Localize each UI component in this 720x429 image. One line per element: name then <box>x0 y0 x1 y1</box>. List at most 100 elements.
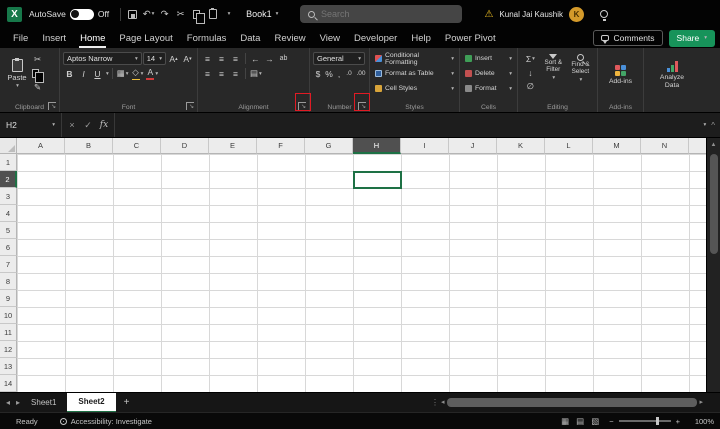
wrap-text-button[interactable]: ab <box>277 52 290 65</box>
user-name[interactable]: Kunal Jai Kaushik <box>499 10 563 19</box>
row-header-14[interactable]: 14 <box>0 375 17 392</box>
column-header-f[interactable]: F <box>257 138 305 154</box>
selected-cell-h2[interactable] <box>353 171 402 189</box>
row-header-5[interactable]: 5 <box>0 222 17 239</box>
cell-styles-button[interactable]: Cell Styles ▾ <box>373 81 456 96</box>
bottom-align-button[interactable]: ≡ <box>229 52 242 65</box>
copy-button[interactable] <box>189 5 204 23</box>
column-header-n[interactable]: N <box>641 138 689 154</box>
autosave-control[interactable]: AutoSave Off <box>29 9 109 20</box>
tab-developer[interactable]: Developer <box>347 28 404 48</box>
tab-help[interactable]: Help <box>404 28 438 48</box>
addins-button[interactable]: Add-ins <box>601 51 640 99</box>
horizontal-scroll-thumb[interactable] <box>447 398 698 407</box>
column-header-i[interactable]: I <box>401 138 449 154</box>
tab-review[interactable]: Review <box>267 28 312 48</box>
formula-input[interactable] <box>115 113 702 137</box>
format-cells-button[interactable]: Format ▾ <box>463 81 514 96</box>
tab-file[interactable]: File <box>6 28 35 48</box>
splitter-dots-icon[interactable]: ⋮ <box>431 398 439 407</box>
lightbulb-icon[interactable] <box>600 10 608 18</box>
align-center-button[interactable]: ≡ <box>215 67 228 80</box>
tab-home[interactable]: Home <box>73 28 112 48</box>
row-header-4[interactable]: 4 <box>0 205 17 222</box>
cancel-formula-button[interactable]: × <box>64 120 80 130</box>
save-button[interactable] <box>125 5 140 23</box>
search-input[interactable] <box>321 9 454 19</box>
clipboard-button[interactable] <box>205 5 220 23</box>
sheet-cells[interactable] <box>17 154 706 392</box>
cut-button[interactable]: ✂ <box>173 5 188 23</box>
customize-qat-button[interactable]: ▾ <box>221 5 236 23</box>
tab-data[interactable]: Data <box>233 28 267 48</box>
column-header-e[interactable]: E <box>209 138 257 154</box>
row-header-13[interactable]: 13 <box>0 358 17 375</box>
row-header-6[interactable]: 6 <box>0 239 17 256</box>
column-header-c[interactable]: C <box>113 138 161 154</box>
column-header-j[interactable]: J <box>449 138 497 154</box>
vertical-scrollbar[interactable]: ▲ <box>706 138 720 392</box>
find-select-button[interactable]: Find & Select ▾ <box>567 51 594 99</box>
row-header-11[interactable]: 11 <box>0 324 17 341</box>
increase-decimal-button[interactable]: .0 <box>344 67 354 80</box>
row-header-2-selected[interactable]: 2 <box>0 171 17 188</box>
tab-page-layout[interactable]: Page Layout <box>112 28 179 48</box>
tab-view[interactable]: View <box>313 28 347 48</box>
align-right-button[interactable]: ≡ <box>229 67 242 80</box>
accounting-format-button[interactable]: $ <box>313 67 323 80</box>
align-left-button[interactable]: ≡ <box>201 67 214 80</box>
workbook-title[interactable]: Book1 ▾ <box>246 9 278 19</box>
warning-icon[interactable]: ⚠ <box>484 9 493 20</box>
underline-button[interactable]: U <box>91 67 104 80</box>
decrease-indent-button[interactable]: ← <box>249 52 262 65</box>
sheet-tab-sheet1[interactable]: Sheet1 <box>20 393 67 413</box>
fill-button[interactable]: ↓ <box>521 66 540 79</box>
cut-button[interactable]: ✂ <box>31 53 44 66</box>
undo-button[interactable]: ↶▾ <box>141 5 156 23</box>
insert-cells-button[interactable]: Insert ▾ <box>463 51 514 66</box>
delete-cells-button[interactable]: Delete ▾ <box>463 66 514 81</box>
copy-button[interactable]: ▾ <box>31 67 44 80</box>
comma-style-button[interactable]: , <box>335 67 343 80</box>
increase-font-button[interactable]: A▴ <box>167 52 180 65</box>
search-box[interactable] <box>300 5 462 23</box>
italic-button[interactable]: I <box>77 67 90 80</box>
avatar[interactable]: K <box>569 7 584 22</box>
percent-style-button[interactable]: % <box>324 67 334 80</box>
column-header-h-selected[interactable]: H <box>353 138 401 154</box>
analyze-data-button[interactable]: Analyze Data <box>647 51 697 99</box>
row-header-1[interactable]: 1 <box>0 154 17 171</box>
sheet-tab-sheet2-active[interactable]: Sheet2 <box>67 393 115 413</box>
page-break-view-icon[interactable]: ▧ <box>591 416 599 427</box>
collapse-ribbon-chevron-icon[interactable]: ^ <box>711 121 715 130</box>
column-header-d[interactable]: D <box>161 138 209 154</box>
clipboard-dialog-launcher-icon[interactable]: ↘ <box>48 102 56 110</box>
font-name-combobox[interactable]: Aptos Narrow ▾ <box>63 52 142 65</box>
vertical-scroll-thumb[interactable] <box>710 154 718 254</box>
name-box[interactable]: H2 ▾ <box>0 113 62 137</box>
chevron-down-icon[interactable]: ▾ <box>703 122 706 128</box>
zoom-in-button[interactable]: + <box>676 417 680 426</box>
scroll-left-arrow-icon[interactable]: ◂ <box>441 398 445 406</box>
enter-formula-button[interactable]: ✓ <box>80 120 96 131</box>
bold-button[interactable]: B <box>63 67 76 80</box>
borders-button[interactable]: ▦▾ <box>116 67 130 80</box>
row-header-8[interactable]: 8 <box>0 273 17 290</box>
conditional-formatting-button[interactable]: Conditional Formatting ▾ <box>373 51 456 66</box>
zoom-level[interactable]: 100% <box>690 417 714 426</box>
font-dialog-launcher-icon[interactable]: ↘ <box>186 102 194 110</box>
accessibility-status[interactable]: Accessibility: Investigate <box>60 417 152 426</box>
zoom-slider-thumb[interactable] <box>656 417 659 425</box>
decrease-font-button[interactable]: A▾ <box>181 52 194 65</box>
row-header-3[interactable]: 3 <box>0 188 17 205</box>
column-header-m[interactable]: M <box>593 138 641 154</box>
excel-logo-icon[interactable]: X <box>7 7 22 22</box>
column-header-k[interactable]: K <box>497 138 545 154</box>
column-header-g[interactable]: G <box>305 138 353 154</box>
insert-function-button[interactable]: fx <box>96 120 112 130</box>
merge-center-button[interactable]: ▤▾ <box>249 67 263 80</box>
scroll-up-arrow-icon[interactable]: ▲ <box>707 138 720 152</box>
page-layout-view-icon[interactable]: ▤ <box>576 416 584 427</box>
font-size-combobox[interactable]: 14 ▾ <box>143 52 166 65</box>
row-header-9[interactable]: 9 <box>0 290 17 307</box>
